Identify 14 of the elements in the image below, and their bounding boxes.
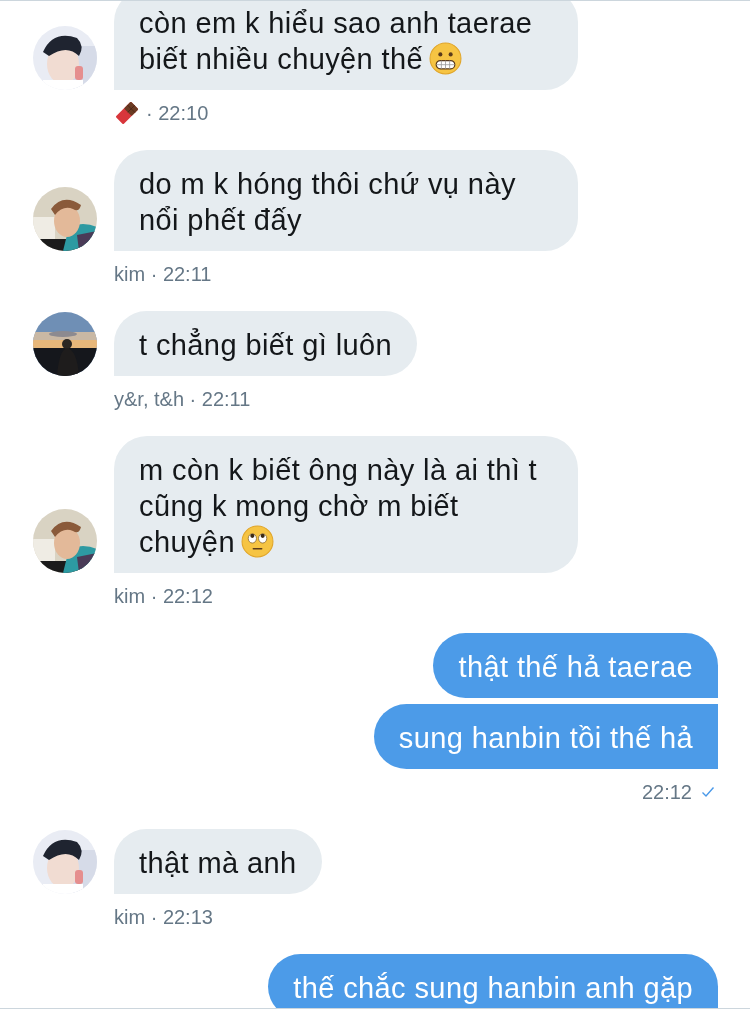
message-timestamp: kim · 22:12	[114, 584, 213, 608]
message-bubble: thật mà anh	[114, 829, 322, 894]
message-bubble: còn em k hiểu sao anh taerae biết nhiều chuyện thế	[114, 0, 578, 90]
message-bubble: t chẳng biết gì luôn	[114, 311, 418, 376]
message-timestamp: kim · 22:11	[114, 262, 212, 286]
message-bubble: do m k hóng thôi chứ vụ này nổi phết đấy	[114, 150, 578, 251]
message-bubble: m còn k biết ông này là ai thì t cũng k mong chờ m biết chuyện	[114, 436, 578, 573]
message-timestamp: 22:12	[641, 780, 692, 804]
message-bubble: thật thế hả taerae	[433, 633, 718, 698]
message-bubble: thế chắc sung hanbin anh gặp	[268, 954, 718, 1009]
message-timestamp: kim · 22:13	[114, 905, 213, 929]
message-bubble: sung hanbin tồi thế hả	[373, 704, 718, 769]
message-timestamp: · 22:10	[146, 101, 209, 125]
message-timestamp: y&r, t&h · 22:11	[114, 387, 251, 411]
